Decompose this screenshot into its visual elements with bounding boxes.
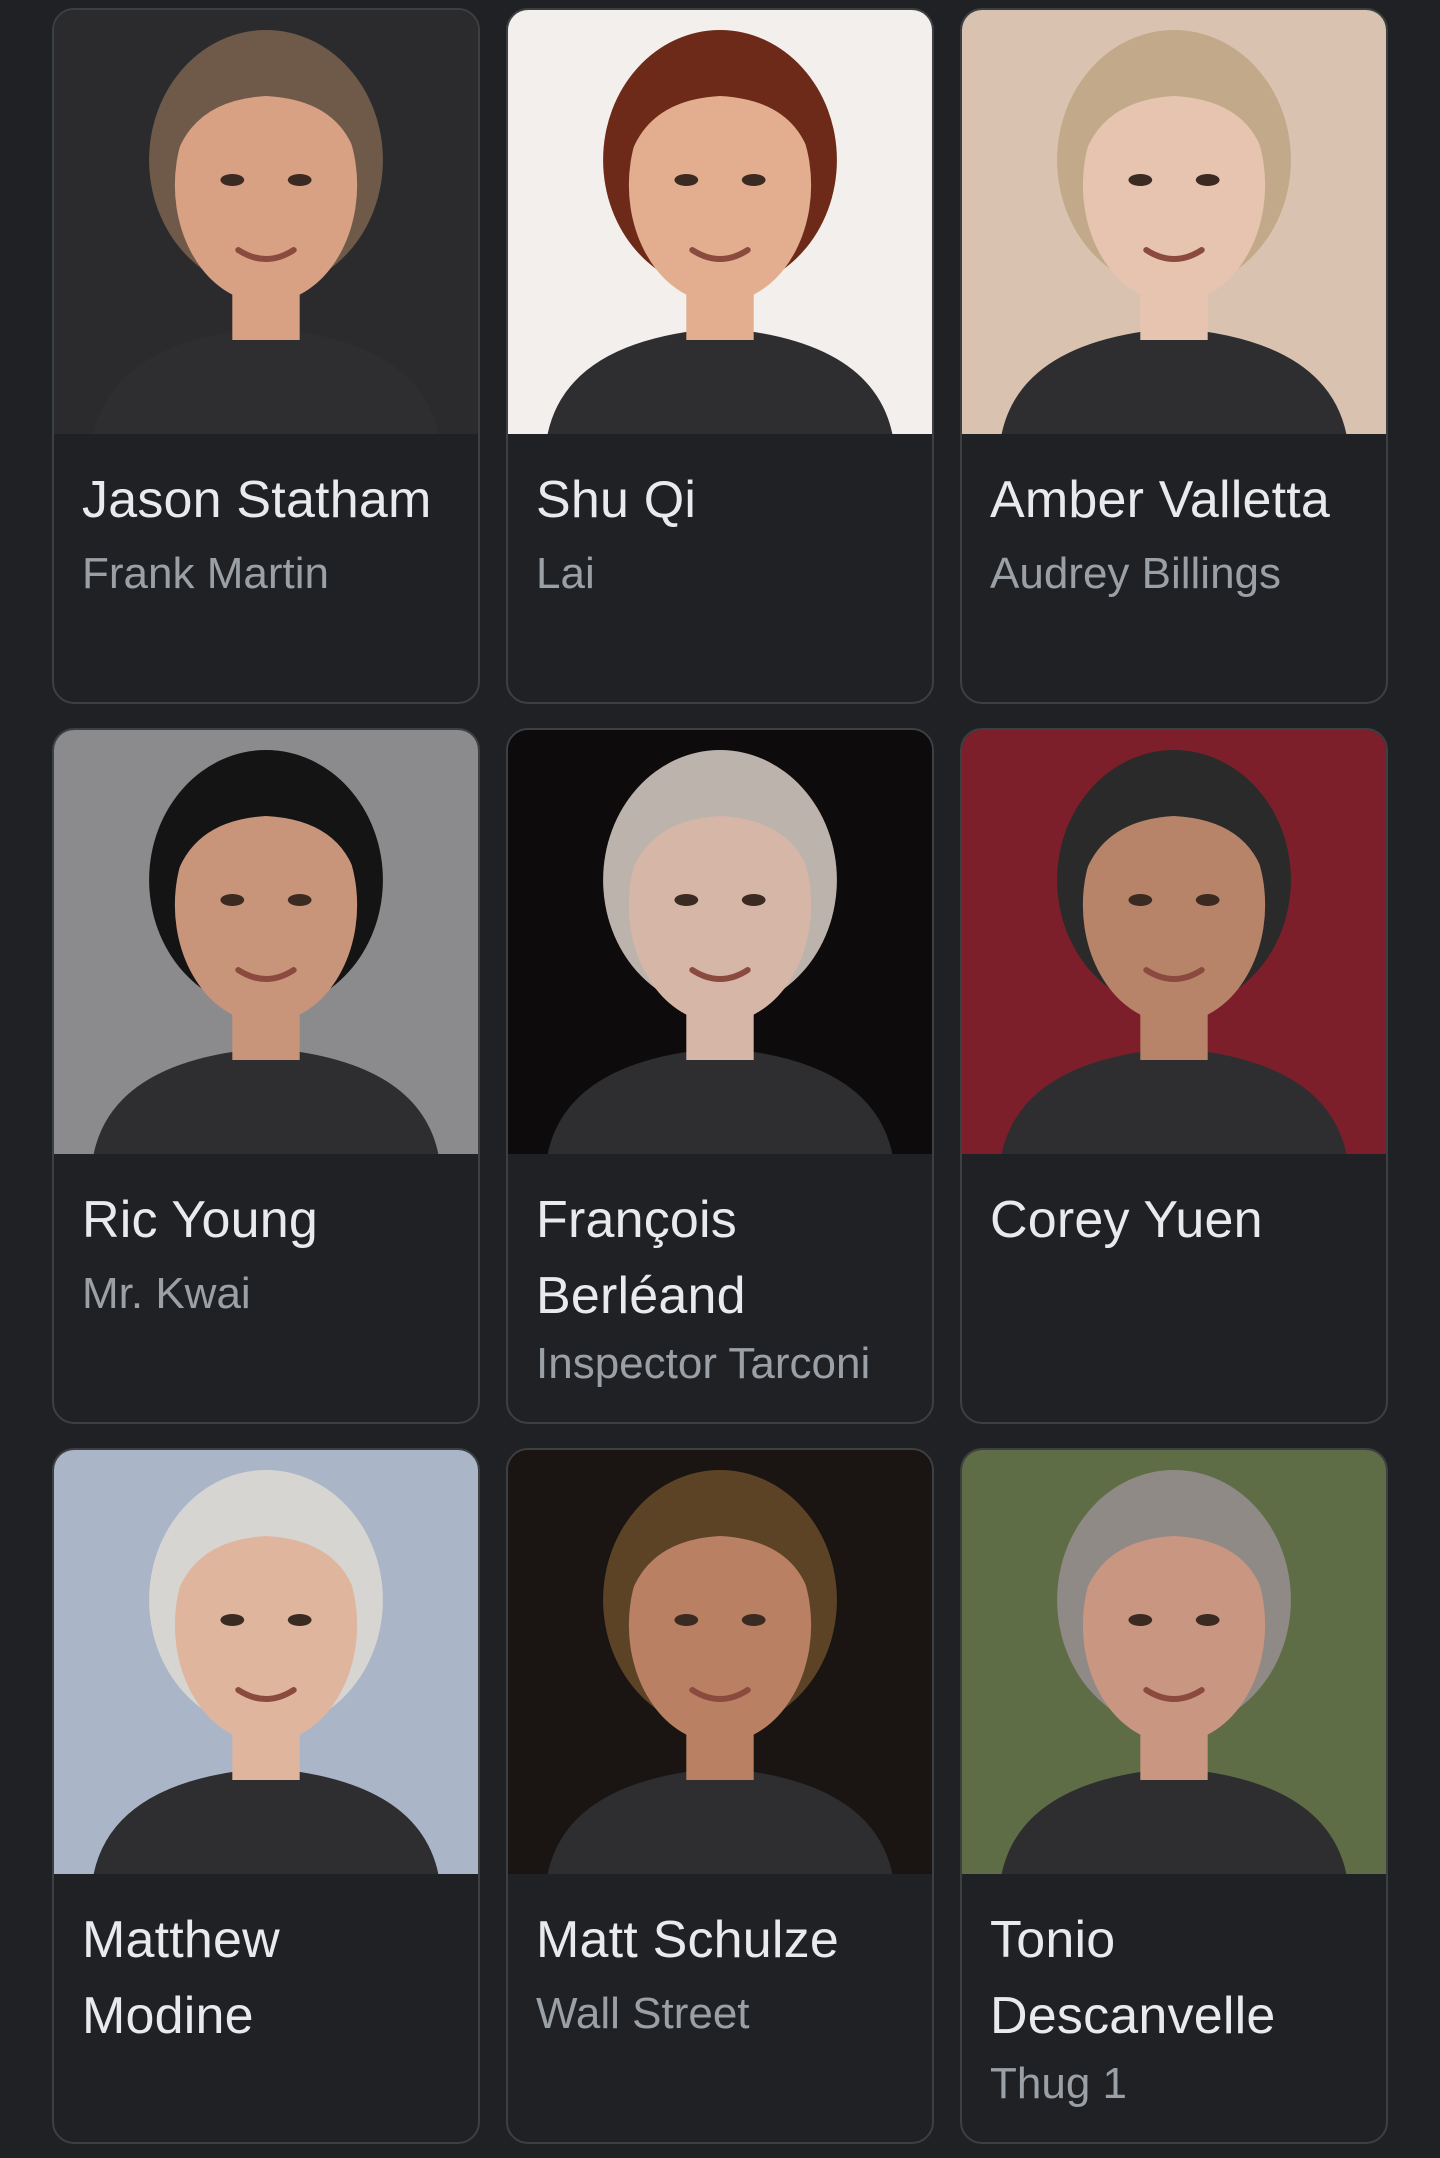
character-name: Audrey Billings: [990, 549, 1282, 598]
character-name: Inspector Tarconi: [536, 1339, 871, 1388]
actor-photo: [508, 10, 932, 434]
character-name: Mr. Kwai: [82, 1269, 251, 1318]
character-name: Wall Street: [536, 1989, 750, 2038]
actor-name: Corey Yuen: [990, 1191, 1263, 1249]
cast-card[interactable]: Jason Statham Frank Martin: [52, 8, 480, 704]
character-name: Lai: [536, 549, 595, 598]
actor-photo: [962, 730, 1386, 1154]
person-photo-icon: [54, 10, 478, 434]
person-photo-icon: [508, 10, 932, 434]
person-photo-icon: [962, 1450, 1386, 1874]
actor-photo: [962, 1450, 1386, 1874]
character-name: Frank Martin: [82, 549, 329, 598]
actor-name: François Berléand: [536, 1191, 746, 1325]
person-photo-icon: [962, 730, 1386, 1154]
actor-name: Shu Qi: [536, 471, 697, 529]
actor-name: Matt Schulze: [536, 1911, 839, 1969]
actor-name: Ric Young: [82, 1191, 319, 1249]
actor-photo: [54, 1450, 478, 1874]
cast-card[interactable]: Ric Young Mr. Kwai: [52, 728, 480, 1424]
cast-card[interactable]: Shu Qi Lai: [506, 8, 934, 704]
character-name: Thug 1: [990, 2059, 1127, 2108]
actor-photo: [508, 1450, 932, 1874]
cast-card[interactable]: Matthew Modine: [52, 1448, 480, 2144]
cast-grid: Jason Statham Frank Martin Shu Qi Lai Am…: [52, 8, 1388, 2144]
actor-photo: [962, 10, 1386, 434]
person-photo-icon: [54, 1450, 478, 1874]
actor-name: Matthew Modine: [82, 1911, 280, 2045]
cast-card[interactable]: Corey Yuen: [960, 728, 1388, 1424]
person-photo-icon: [508, 1450, 932, 1874]
cast-card[interactable]: Amber Valletta Audrey Billings: [960, 8, 1388, 704]
person-photo-icon: [508, 730, 932, 1154]
actor-photo: [54, 10, 478, 434]
cast-card[interactable]: Tonio Descanvelle Thug 1: [960, 1448, 1388, 2144]
actor-photo: [508, 730, 932, 1154]
actor-name: Tonio Descanvelle: [990, 1911, 1276, 2045]
person-photo-icon: [54, 730, 478, 1154]
cast-card[interactable]: François Berléand Inspector Tarconi: [506, 728, 934, 1424]
person-photo-icon: [962, 10, 1386, 434]
cast-card[interactable]: Matt Schulze Wall Street: [506, 1448, 934, 2144]
actor-name: Jason Statham: [82, 471, 432, 529]
actor-photo: [54, 730, 478, 1154]
actor-name: Amber Valletta: [990, 471, 1330, 529]
